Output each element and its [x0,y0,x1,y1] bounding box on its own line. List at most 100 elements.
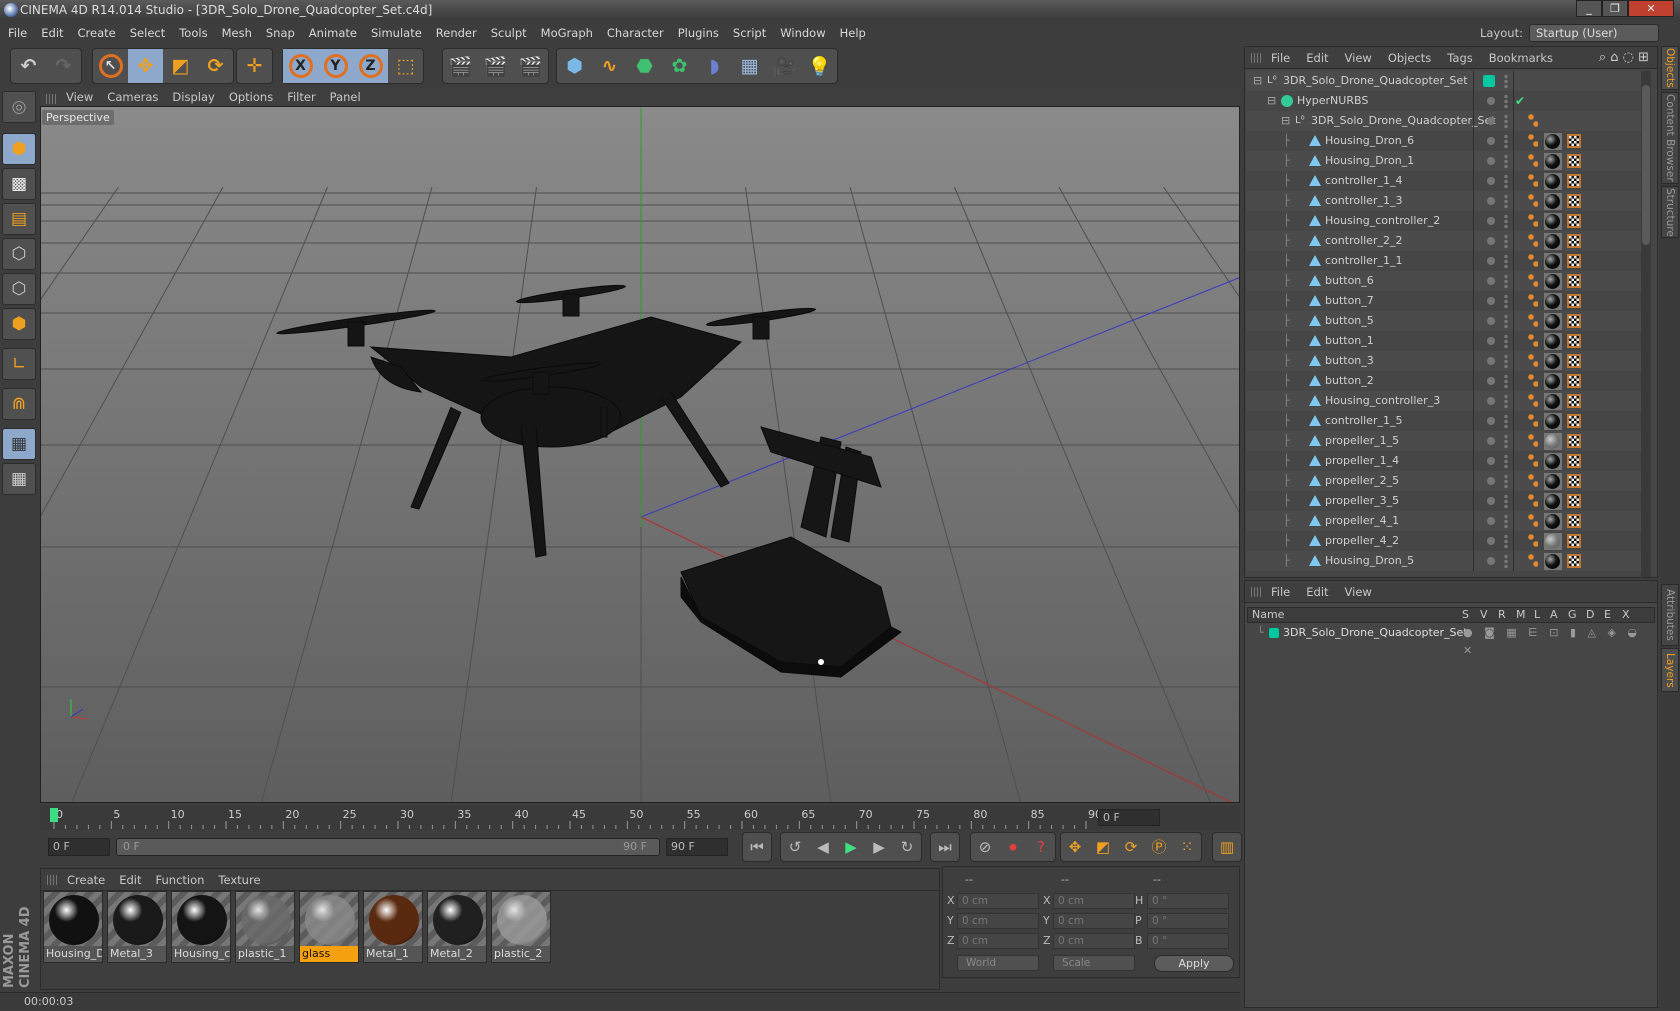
menu-create[interactable]: Create [78,26,116,40]
coord-field[interactable]: 0 ° [1147,893,1229,909]
object-menu-bookmarks[interactable]: Bookmarks [1489,51,1553,65]
menu-simulate[interactable]: Simulate [371,26,422,40]
rotate-tool-icon[interactable]: ⟳ [198,49,233,83]
layer-dot[interactable] [1487,277,1495,285]
layer-dot[interactable] [1487,317,1495,325]
material-swatch[interactable]: Housing_D [43,891,103,963]
material-menu-create[interactable]: Create [67,873,105,887]
object-menu-edit[interactable]: Edit [1306,51,1328,65]
viewport-menu-display[interactable]: Display [172,90,214,104]
visibility-dots[interactable] [1504,374,1508,388]
material-tag-icon[interactable] [1544,493,1562,510]
material-tag-icon[interactable] [1544,253,1562,270]
layer-dot[interactable] [1487,177,1495,185]
phong-tag-icon[interactable] [1528,474,1538,488]
layer-column-a[interactable]: A [1550,608,1558,622]
uvw-tag-icon[interactable] [1567,154,1581,168]
object-row[interactable]: ├ button_2 [1247,371,1641,391]
coordinate-system-icon[interactable]: ⬚ [388,49,423,83]
material-tag-icon[interactable] [1544,173,1562,190]
menu-edit[interactable]: Edit [41,26,63,40]
visibility-dots[interactable] [1504,254,1508,268]
phong-tag-icon[interactable] [1528,554,1538,568]
viewport-menu-filter[interactable]: Filter [287,90,315,104]
menu-mograph[interactable]: MoGraph [541,26,593,40]
object-row[interactable]: ├ button_5 [1247,311,1641,331]
layer-color-swatch[interactable] [1483,75,1495,87]
y-axis-icon[interactable]: Y [318,49,353,83]
layer-dot[interactable] [1487,217,1495,225]
phong-tag-icon[interactable] [1528,354,1538,368]
material-tag-icon[interactable] [1544,233,1562,250]
uvw-tag-icon[interactable] [1567,314,1581,328]
tab-content-browser[interactable]: Content Browser [1661,92,1679,184]
uvw-tag-icon[interactable] [1567,394,1581,408]
light-icon[interactable]: 💡 [802,49,837,83]
panel-grip[interactable] [46,94,58,104]
snap-magnet-icon[interactable]: ⋒ [2,388,36,420]
object-row[interactable]: ├ Housing_Dron_5 [1247,551,1641,571]
play-icon[interactable]: ▶ [837,833,865,861]
previous-key-icon[interactable]: ↺ [781,833,809,861]
uvw-tag-icon[interactable] [1567,254,1581,268]
visibility-dots[interactable] [1504,314,1508,328]
layer-dot[interactable] [1487,437,1495,445]
object-row[interactable]: ├ controller_1_4 [1247,171,1641,191]
uvw-tag-icon[interactable] [1567,294,1581,308]
object-row[interactable]: ├ controller_1_1 [1247,251,1641,271]
phong-tag-icon[interactable] [1528,134,1538,148]
transform-type-dropdown[interactable]: Scale [1053,955,1135,971]
phong-tag-icon[interactable] [1528,394,1538,408]
visibility-dots[interactable] [1504,194,1508,208]
phong-tag-icon[interactable] [1528,214,1538,228]
object-row[interactable]: ├ controller_1_3 [1247,191,1641,211]
layer-dot[interactable] [1487,197,1495,205]
object-row[interactable]: ├ Housing_controller_3 [1247,391,1641,411]
material-tag-icon[interactable] [1544,353,1562,370]
uvw-tag-icon[interactable] [1567,174,1581,188]
menu-file[interactable]: File [8,26,27,40]
apply-button[interactable]: Apply [1154,955,1234,972]
material-tag-icon[interactable] [1544,293,1562,310]
object-row[interactable]: ├ controller_1_5 [1247,411,1641,431]
layer-dot[interactable] [1487,397,1495,405]
viewport-menu-cameras[interactable]: Cameras [107,90,158,104]
layer-dot[interactable] [1487,117,1495,125]
timeline-window-icon[interactable]: ▥ [1213,833,1241,861]
uvw-tag-icon[interactable] [1567,134,1581,148]
object-row[interactable]: ├ propeller_2_5 [1247,471,1641,491]
phong-tag-icon[interactable] [1528,154,1538,168]
object-row[interactable]: ⊟ L⁰ 3DR_Solo_Drone_Quadcopter_Set [1247,111,1641,131]
undo-icon[interactable]: ↶ [11,49,46,83]
material-tag-icon[interactable] [1544,373,1562,390]
visibility-dots[interactable] [1504,434,1508,448]
phong-tag-icon[interactable] [1528,414,1538,428]
texture-mode-icon[interactable]: ▩ [2,168,36,200]
deformer-icon[interactable]: ◗ [697,49,732,83]
visibility-dots[interactable] [1504,234,1508,248]
polygons-mode-icon[interactable]: ⬢ [2,308,36,340]
close-button[interactable]: ✕ [1628,0,1674,17]
end-frame-field[interactable]: 90 F [666,838,728,856]
keyframe-selection-icon[interactable]: ? [1027,833,1055,861]
uvw-tag-icon[interactable] [1567,214,1581,228]
layer-color-swatch[interactable] [1269,628,1279,638]
phong-tag-icon[interactable] [1528,294,1538,308]
material-tag-icon[interactable] [1544,313,1562,330]
visibility-dots[interactable] [1504,334,1508,348]
key-rotation-icon[interactable]: ⟳ [1117,833,1145,861]
key-parameter-icon[interactable]: Ⓟ [1145,833,1173,861]
object-row[interactable]: ├ Housing_Dron_6 [1247,131,1641,151]
object-list-scrollbar[interactable] [1641,71,1651,577]
phong-tag-icon[interactable] [1528,314,1538,328]
layer-column-m[interactable]: M [1516,608,1526,622]
layer-dot[interactable] [1487,337,1495,345]
layer-dot[interactable] [1487,237,1495,245]
step-back-icon[interactable]: ◀ [809,833,837,861]
menu-render[interactable]: Render [436,26,477,40]
coord-field[interactable]: 0 cm [957,913,1039,929]
make-editable-icon[interactable]: ◎ [2,91,36,123]
visibility-dots[interactable] [1504,394,1508,408]
material-tag-icon[interactable] [1544,193,1562,210]
menu-sculpt[interactable]: Sculpt [491,26,527,40]
